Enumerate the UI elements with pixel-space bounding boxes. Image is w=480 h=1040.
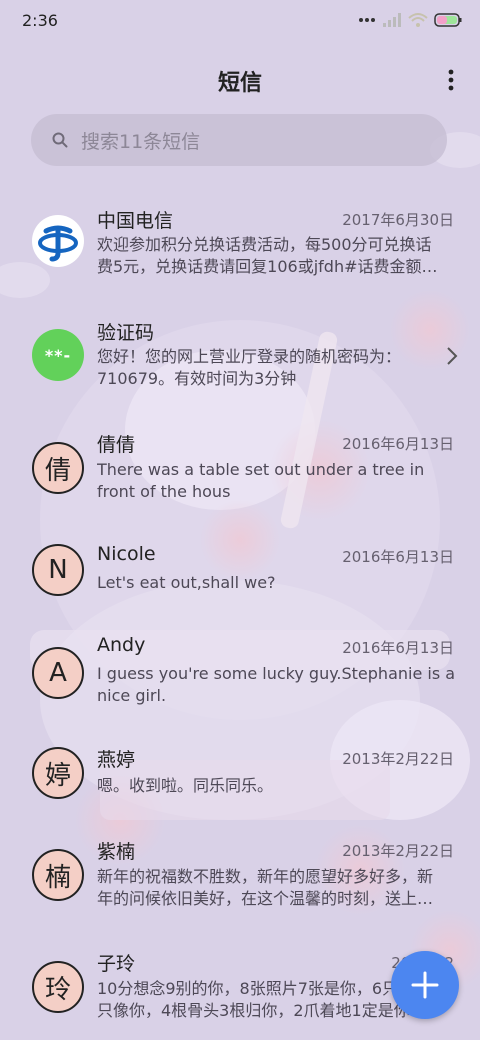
more-dots-icon	[359, 18, 375, 22]
preview-line: nice girl.	[97, 686, 167, 705]
plus-icon	[411, 971, 439, 999]
preview-line: Let's eat out,shall we?	[97, 573, 276, 592]
preview-line: 新年的祝福数不胜数，新年的愿望好多好多，新	[97, 867, 434, 886]
avatar: 倩	[32, 442, 84, 494]
message-preview: Let's eat out,shall we?	[97, 572, 454, 594]
avatar: A	[32, 647, 84, 699]
contact-name: 子玲	[97, 953, 136, 975]
contact-name: Andy	[97, 634, 146, 656]
conversation-row[interactable]: **- 验证码 您好！您的网上营业厅登录的随机密码为： 710679。有效时间为…	[0, 302, 480, 412]
app-header: 短信	[0, 55, 480, 103]
message-date: 2017年6月30日	[342, 211, 454, 229]
preview-line: 费5元，兑换话费请回复106或jfdh#话费金额…	[97, 257, 438, 276]
avatar: 婷	[32, 747, 84, 799]
status-time: 2:36	[22, 11, 58, 30]
page-title: 短信	[217, 71, 262, 96]
conversation-row[interactable]: 倩 倩倩 2016年6月13日 There was a table set ou…	[0, 415, 480, 525]
conversation-row[interactable]: A Andy 2016年6月13日 I guess you're some lu…	[0, 619, 480, 729]
contact-name: 验证码	[97, 322, 155, 344]
new-message-button[interactable]	[391, 951, 459, 1019]
avatar: N	[32, 544, 84, 596]
message-date: 2016年6月13日	[342, 548, 454, 566]
avatar: **-	[32, 329, 84, 381]
more-options-button[interactable]	[444, 67, 458, 93]
preview-line: 您好！您的网上营业厅登录的随机密码为：	[97, 347, 402, 366]
preview-line: 710679。有效时间为3分钟	[97, 369, 297, 388]
message-date: 2016年6月13日	[342, 639, 454, 657]
wifi-icon	[408, 13, 428, 27]
conversation-row[interactable]: 楠 紫楠 2013年2月22日 新年的祝福数不胜数，新年的愿望好多好多，新 年的…	[0, 825, 480, 935]
contact-name: 倩倩	[97, 434, 136, 456]
search-input[interactable]: 搜索11条短信	[31, 114, 447, 166]
battery-icon	[434, 13, 462, 27]
preview-line: I guess you're some lucky guy.Stephanie …	[97, 664, 454, 683]
preview-line: 欢迎参加积分兑换话费活动，每500分可兑换话	[97, 235, 432, 254]
message-preview: There was a table set out under a tree i…	[97, 459, 454, 503]
avatar: 玲	[32, 961, 84, 1013]
avatar	[32, 215, 84, 267]
message-date: 2016年6月13日	[342, 435, 454, 453]
preview-line: 年的问候依旧美好，在这个温馨的时刻，送上…	[97, 889, 434, 908]
preview-line: There was a table set out under a tree i…	[97, 460, 425, 479]
status-icons	[358, 12, 462, 28]
message-preview: 欢迎参加积分兑换话费活动，每500分可兑换话 费5元，兑换话费请回复106或jf…	[97, 234, 454, 278]
preview-line: front of the hous	[97, 482, 231, 501]
contact-name: 紫楠	[97, 841, 136, 863]
chevron-right-icon	[447, 347, 458, 365]
message-preview: 嗯。收到啦。同乐同乐。	[97, 775, 454, 797]
search-placeholder: 搜索11条短信	[81, 130, 201, 153]
message-preview: I guess you're some lucky guy.Stephanie …	[97, 663, 454, 707]
contact-name: 中国电信	[97, 210, 174, 232]
search-icon	[52, 132, 68, 148]
message-preview: 新年的祝福数不胜数，新年的愿望好多好多，新 年的问候依旧美好，在这个温馨的时刻，…	[97, 866, 454, 910]
message-date: 2013年2月22日	[342, 842, 454, 860]
signal-icon	[383, 13, 401, 27]
message-preview: 您好！您的网上营业厅登录的随机密码为： 710679。有效时间为3分钟	[97, 346, 434, 390]
message-date: 2013年2月22日	[342, 750, 454, 768]
more-vertical-icon	[448, 69, 454, 91]
avatar: 楠	[32, 849, 84, 901]
conversation-row[interactable]: 中国电信 2017年6月30日 欢迎参加积分兑换话费活动，每500分可兑换话 费…	[0, 190, 480, 300]
contact-name: 燕婷	[97, 749, 136, 771]
preview-line: 嗯。收到啦。同乐同乐。	[97, 776, 274, 795]
china-telecom-logo-icon	[33, 216, 83, 266]
contact-name: Nicole	[97, 543, 156, 565]
status-bar: 2:36	[0, 0, 480, 44]
